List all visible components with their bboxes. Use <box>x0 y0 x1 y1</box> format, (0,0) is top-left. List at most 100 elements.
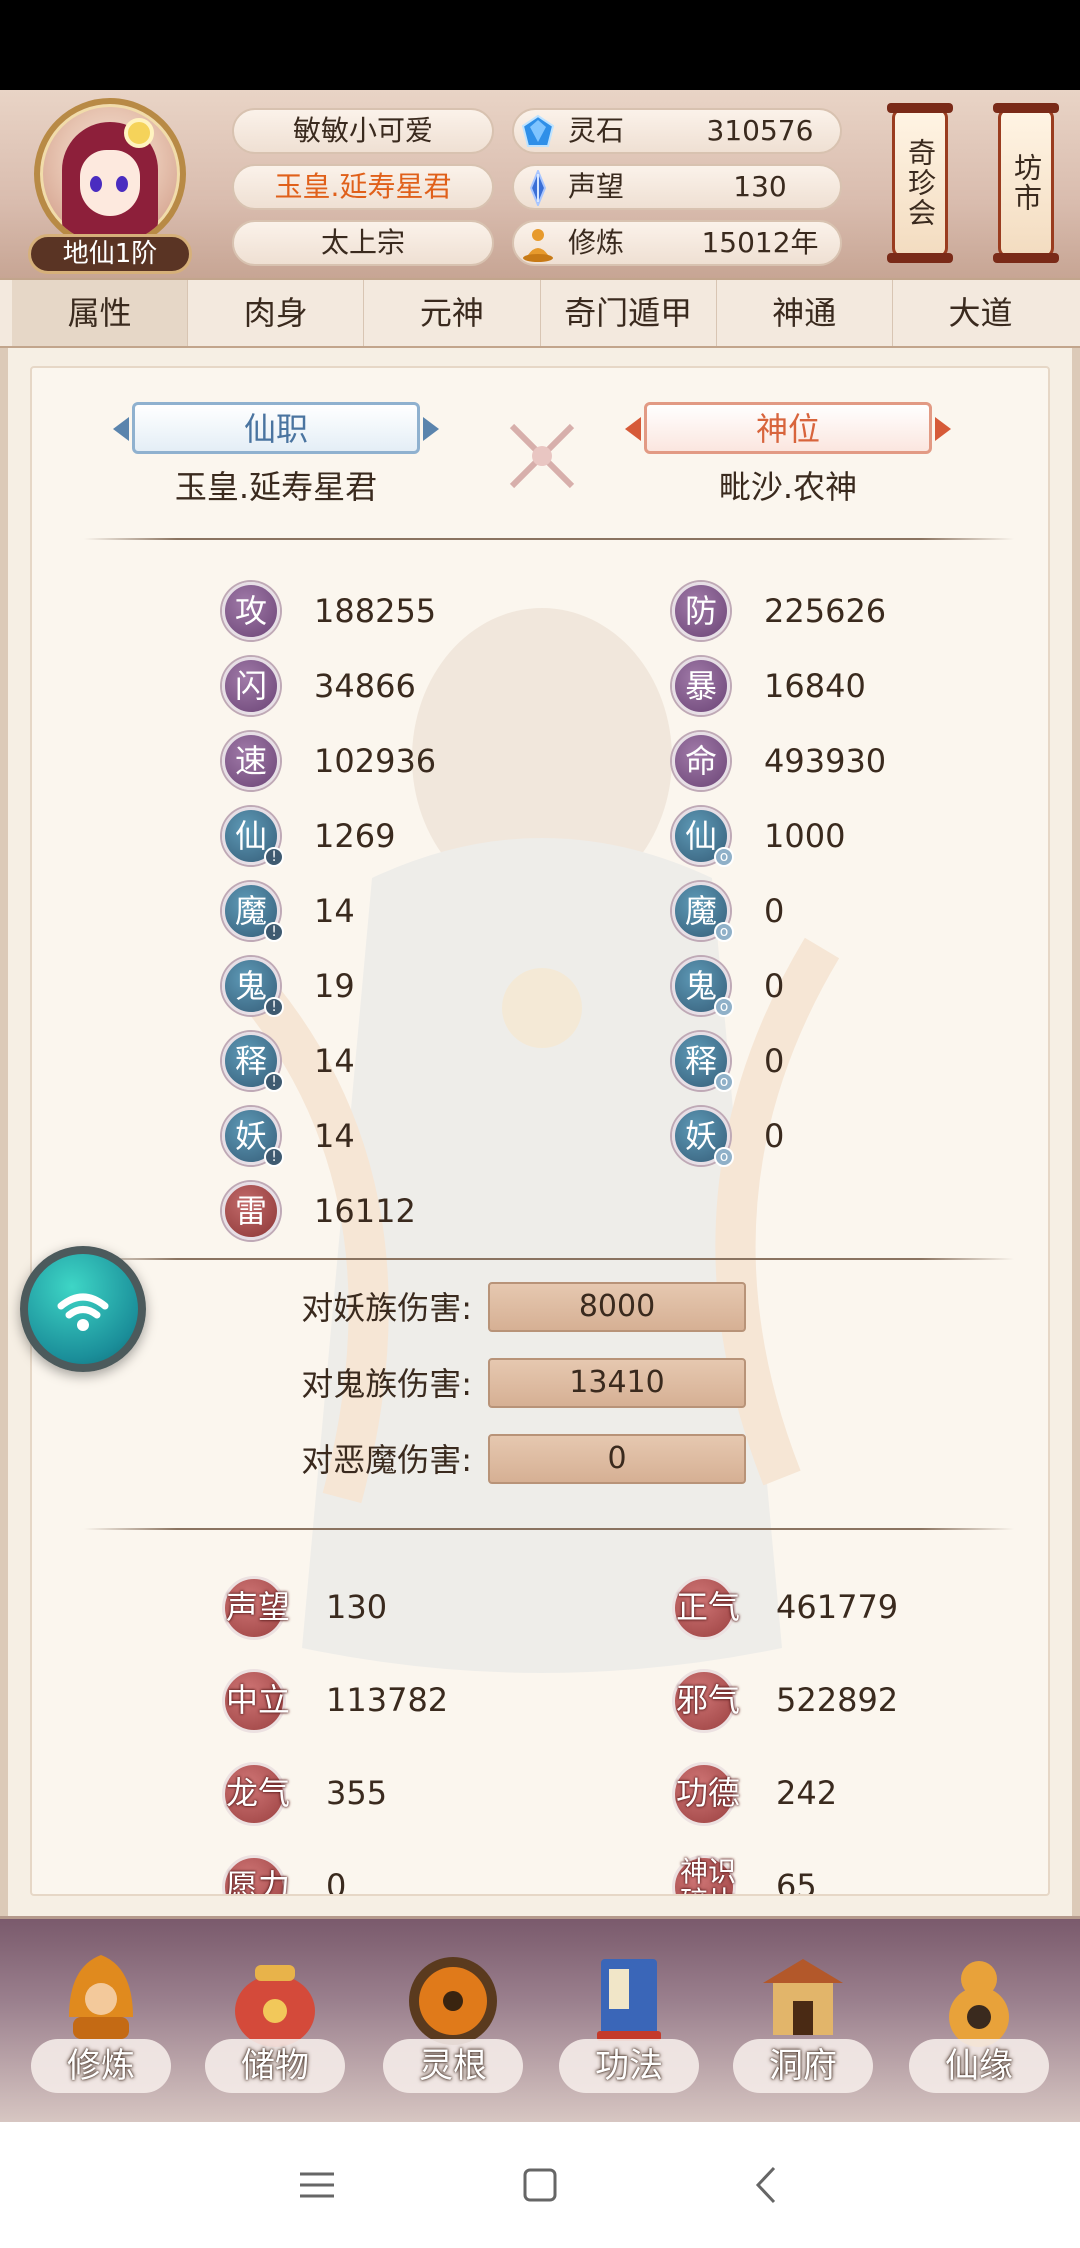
tab-qimen[interactable]: 奇门遁甲 <box>541 280 717 346</box>
tab-spirit[interactable]: 元神 <box>364 280 541 346</box>
stat-value: 0 <box>764 1117 785 1155</box>
wifi-icon <box>57 1293 109 1331</box>
stat-value: 225626 <box>764 592 887 630</box>
stat-value: 19 <box>314 967 355 1005</box>
tab-attributes[interactable]: 属性 <box>12 280 189 346</box>
nav-destiny[interactable]: 仙缘 <box>904 1947 1054 2117</box>
player-title: 玉皇.延寿星君 <box>232 164 494 210</box>
floating-network-button[interactable] <box>20 1246 146 1372</box>
damage-label: 对妖族伤害: <box>301 1289 472 1327</box>
resource-label: 修炼 <box>568 226 625 259</box>
resource-value: 130 <box>733 170 787 203</box>
attack-mark-icon: ! <box>264 847 284 867</box>
stat-value: 16112 <box>314 1192 416 1230</box>
resource-value: 15012年 <box>701 226 819 259</box>
attack-mark-icon: ! <box>264 1072 284 1092</box>
divider <box>84 1258 1014 1260</box>
stat-value: 493930 <box>764 742 887 780</box>
stat-value: 14 <box>314 1117 355 1155</box>
attributes-panel: 仙职 玉皇.延寿星君 神位 毗沙.农神 攻 188255 闪 34866 速 1… <box>30 366 1050 1896</box>
fangshi-button[interactable]: 坊市 <box>993 103 1059 263</box>
stat-value: 1000 <box>764 817 846 855</box>
nav-techniques[interactable]: 功法 <box>554 1947 704 2117</box>
attack-mark-icon: ! <box>264 1147 284 1167</box>
home-icon[interactable] <box>513 2158 567 2212</box>
defense-mark-icon: o <box>714 1072 734 1092</box>
nav-spirit-root[interactable]: 灵根 <box>378 1947 528 2117</box>
avatar-portrait <box>34 98 186 250</box>
crystal-icon <box>529 170 547 206</box>
player-header: 地仙1阶 敏敏小可爱 玉皇.延寿星君 太上宗 灵石 310576 声望 130 … <box>0 90 1080 278</box>
misc-label: 功德 <box>675 1774 740 1812</box>
stat-value: 16840 <box>764 667 866 705</box>
defense-mark-icon: o <box>714 997 734 1017</box>
meditation-icon <box>523 229 553 262</box>
stat-badge: 暴 <box>672 657 730 715</box>
stat-value: 34866 <box>314 667 416 705</box>
stat-badge: 防 <box>672 582 730 640</box>
tab-body[interactable]: 肉身 <box>188 280 365 346</box>
attributes-page: 仙职 玉皇.延寿星君 神位 毗沙.农神 攻 188255 闪 34866 速 1… <box>0 348 1080 1916</box>
nav-storage[interactable]: 储物 <box>200 1947 350 2117</box>
stat-badge: 雷 <box>222 1182 280 1240</box>
defense-mark-icon: o <box>714 847 734 867</box>
damage-label: 对恶魔伤害: <box>301 1441 472 1479</box>
misc-value: 461779 <box>776 1588 899 1626</box>
damage-label: 对鬼族伤害: <box>301 1365 472 1403</box>
resource-lingshi[interactable]: 灵石 310576 <box>512 108 842 154</box>
misc-label-line: 碎片 <box>668 1887 748 1895</box>
xianzhi-banner[interactable]: 仙职 <box>113 402 439 454</box>
stat-value: 188255 <box>314 592 437 630</box>
stat-value: 102936 <box>314 742 437 780</box>
stat-badge: 命 <box>672 732 730 790</box>
qizhenhui-button[interactable]: 奇珍会 <box>887 103 953 263</box>
resource-label: 灵石 <box>568 114 625 147</box>
gem-icon <box>521 114 555 147</box>
rank-badge: 地仙1阶 <box>28 234 192 274</box>
attack-mark-icon: ! <box>264 997 284 1017</box>
divider <box>84 1528 1014 1530</box>
misc-value: 130 <box>326 1588 388 1626</box>
attack-mark-icon: ! <box>264 922 284 942</box>
misc-value: 65 <box>776 1867 817 1896</box>
stat-value: 0 <box>764 967 785 1005</box>
damage-value: 13410 <box>488 1358 746 1408</box>
avatar[interactable]: 地仙1阶 <box>28 98 192 276</box>
back-icon[interactable] <box>740 2158 794 2212</box>
misc-label: 中立 <box>225 1681 290 1719</box>
damage-value: 0 <box>488 1434 746 1484</box>
shenwei-banner[interactable]: 神位 <box>625 402 951 454</box>
status-bar <box>0 0 1080 90</box>
stat-value: 14 <box>314 892 355 930</box>
tab-shentong[interactable]: 神通 <box>717 280 893 346</box>
misc-label: 邪气 <box>675 1681 740 1719</box>
misc-label: 神识 碎片 <box>668 1855 748 1895</box>
player-name: 敏敏小可爱 <box>232 108 494 154</box>
menu-icon[interactable] <box>290 2158 344 2212</box>
stat-badge: 速 <box>222 732 280 790</box>
crossed-swords-icon <box>509 423 575 489</box>
misc-value: 522892 <box>776 1681 899 1719</box>
misc-label: 龙气 <box>225 1774 290 1812</box>
nav-label: 灵根 <box>419 2046 487 2086</box>
misc-label: 声望 <box>225 1588 290 1626</box>
xianzhi-value: 玉皇.延寿星君 <box>174 468 378 506</box>
tab-dadao[interactable]: 大道 <box>893 280 1068 346</box>
tab-bar: 属性 肉身 元神 奇门遁甲 神通 大道 <box>0 278 1080 348</box>
damage-value: 8000 <box>488 1282 746 1332</box>
nav-label: 储物 <box>241 2046 309 2086</box>
divider <box>84 538 1014 540</box>
shenwei-value: 毗沙.农神 <box>718 468 858 506</box>
resource-xiulian[interactable]: 修炼 15012年 <box>512 220 842 266</box>
misc-label-line: 神识 <box>679 1855 736 1888</box>
resource-label: 声望 <box>568 170 625 203</box>
nav-label: 仙缘 <box>945 2046 1013 2086</box>
resource-shengwang[interactable]: 声望 130 <box>512 164 842 210</box>
nav-label: 修炼 <box>67 2046 135 2086</box>
bottom-nav: 修炼 储物 灵根 功法 洞府 仙缘 <box>0 1916 1080 2122</box>
nav-cultivate[interactable]: 修炼 <box>26 1947 176 2117</box>
nav-label: 洞府 <box>769 2046 837 2086</box>
defense-mark-icon: o <box>714 922 734 942</box>
misc-value: 113782 <box>326 1681 449 1719</box>
nav-cave-abode[interactable]: 洞府 <box>728 1947 878 2117</box>
